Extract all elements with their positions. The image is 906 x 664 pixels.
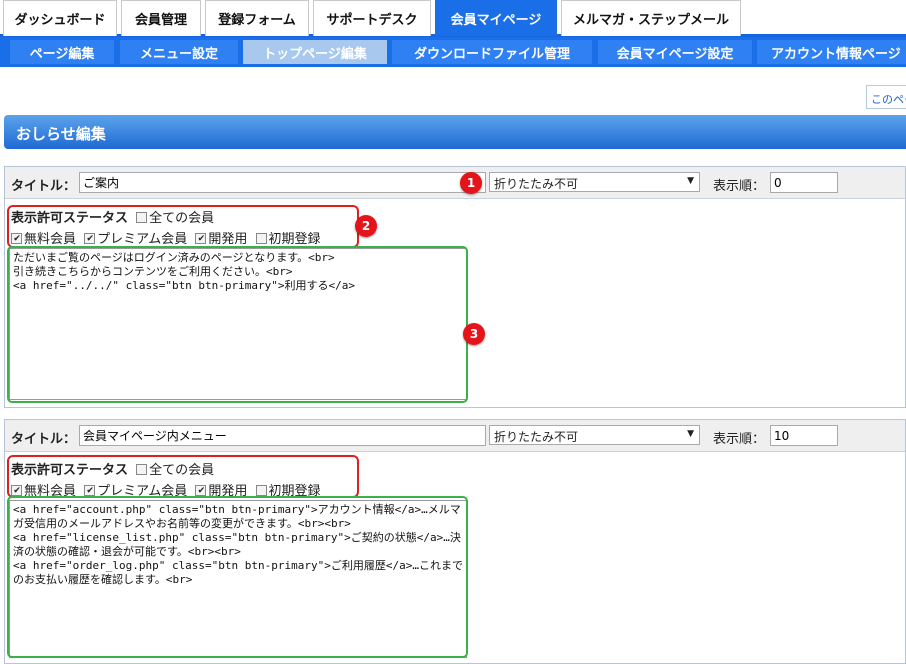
highlight-body-box-2 <box>7 496 468 658</box>
collapse-select[interactable]: 折りたたみ不可 ▼ <box>489 425 700 445</box>
section-title: おしらせ編集 <box>4 115 906 149</box>
highlight-status-box-2 <box>7 455 359 498</box>
annotation-badge-3: 3 <box>463 323 485 345</box>
title-input[interactable] <box>79 172 486 193</box>
tab-registration-form[interactable]: 登録フォーム <box>205 0 309 36</box>
top-tab-bar: ダッシュボード 会員管理 登録フォーム サポートデスク 会員マイページ メルマガ… <box>0 0 906 37</box>
title-label: タイトル： <box>11 179 77 194</box>
collapse-select[interactable]: 折りたたみ不可 ▼ <box>489 172 700 192</box>
subnav-mypage-settings[interactable]: 会員マイページ設定 <box>598 40 752 64</box>
title-row: タイトル： 折りたたみ不可 ▼ 表示順： <box>5 167 905 199</box>
highlight-body-box-1 <box>7 246 468 403</box>
sub-nav: ページ編集 メニュー設定 トップページ編集 ダウンロードファイル管理 会員マイペ… <box>0 37 906 67</box>
page-link[interactable]: このペー <box>866 85 906 109</box>
subnav-top-page-edit[interactable]: トップページ編集 <box>243 40 387 64</box>
highlight-status-box-1 <box>7 205 359 248</box>
title-input[interactable] <box>79 425 486 446</box>
subnav-account-info-page[interactable]: アカウント情報ページ <box>757 40 906 64</box>
chevron-down-icon: ▼ <box>687 176 694 186</box>
tab-member-mypage[interactable]: 会員マイページ <box>435 0 557 36</box>
order-input[interactable] <box>770 172 838 193</box>
title-row: タイトル： 折りたたみ不可 ▼ 表示順： <box>5 420 905 452</box>
tab-dashboard[interactable]: ダッシュボード <box>3 0 117 36</box>
annotation-badge-2: 2 <box>355 215 377 237</box>
collapse-select-value: 折りたたみ不可 <box>494 177 579 191</box>
tab-member-management[interactable]: 会員管理 <box>121 0 201 36</box>
order-input[interactable] <box>770 425 838 446</box>
tab-support-desk[interactable]: サポートデスク <box>313 0 431 36</box>
tab-mailmag-stepmail[interactable]: メルマガ・ステップメール <box>561 0 741 36</box>
title-label: タイトル： <box>11 432 77 447</box>
chevron-down-icon: ▼ <box>687 429 694 439</box>
order-label: 表示順： <box>713 179 766 194</box>
subnav-menu-settings[interactable]: メニュー設定 <box>120 40 238 64</box>
collapse-select-value: 折りたたみ不可 <box>494 430 579 444</box>
subnav-download-files[interactable]: ダウンロードファイル管理 <box>392 40 592 64</box>
order-label: 表示順： <box>713 432 766 447</box>
subnav-page-edit[interactable]: ページ編集 <box>10 40 114 64</box>
annotation-badge-1: 1 <box>460 172 482 194</box>
